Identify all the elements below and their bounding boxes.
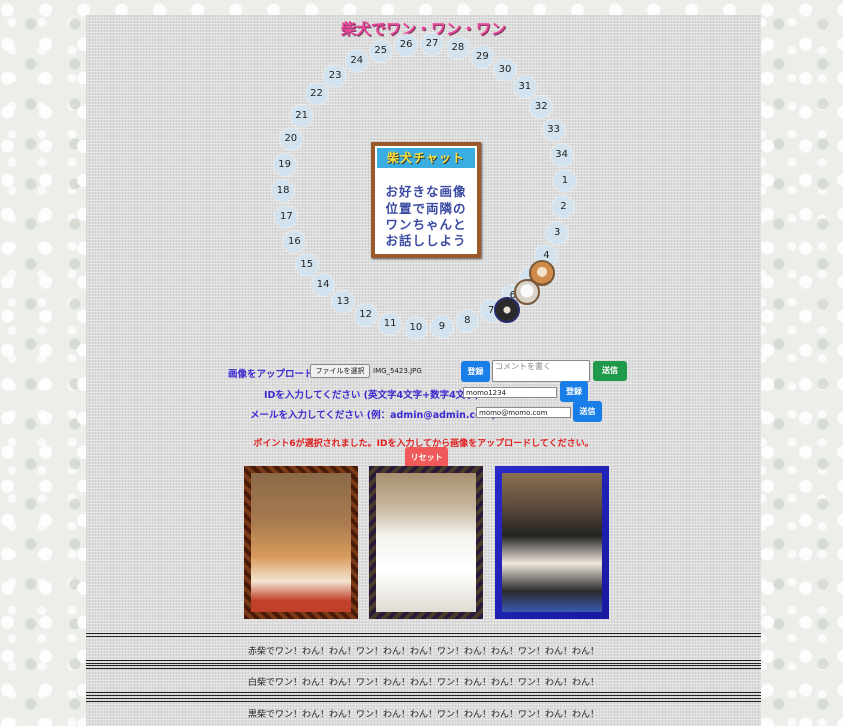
ring-dog-white-icon[interactable] bbox=[514, 279, 540, 305]
mail-send-button[interactable]: 送信 bbox=[573, 401, 602, 422]
point-26[interactable]: 26 bbox=[395, 34, 418, 57]
photo-white-shiba[interactable] bbox=[369, 466, 483, 619]
point-18[interactable]: 18 bbox=[272, 179, 295, 202]
comment-textarea[interactable]: コメントを書く bbox=[492, 360, 590, 382]
sign-header: 柴犬チャット bbox=[377, 148, 475, 168]
point-14[interactable]: 14 bbox=[312, 274, 335, 297]
point-9[interactable]: 9 bbox=[430, 315, 453, 338]
photo-red-shiba[interactable] bbox=[244, 466, 358, 619]
point-20[interactable]: 20 bbox=[279, 128, 302, 151]
divider bbox=[86, 692, 761, 696]
id-register-button[interactable]: 登録 bbox=[560, 381, 588, 402]
mail-input[interactable]: momo@momo.com bbox=[476, 407, 571, 418]
point-11[interactable]: 11 bbox=[379, 312, 402, 335]
sign-line: お話ししよう bbox=[385, 233, 467, 248]
woof-line-white: 白柴でワン！わん！わん！ワン！わん！わん！ワン！わん！わん！ワン！わん！わん！ bbox=[247, 678, 599, 688]
point-23[interactable]: 23 bbox=[324, 64, 347, 87]
comment-send-button[interactable]: 送信 bbox=[593, 361, 627, 381]
point-16[interactable]: 16 bbox=[283, 230, 306, 253]
point-28[interactable]: 28 bbox=[446, 37, 469, 60]
upload-label: 画像をアップロード bbox=[228, 369, 314, 380]
point-21[interactable]: 21 bbox=[290, 104, 313, 127]
point-2[interactable]: 2 bbox=[552, 196, 575, 219]
divider bbox=[86, 633, 761, 637]
point-32[interactable]: 32 bbox=[530, 96, 553, 119]
main-panel: 柴犬でワン・ワン・ワン 1234567891011121314151617181… bbox=[86, 15, 761, 726]
point-30[interactable]: 30 bbox=[493, 58, 516, 81]
point-33[interactable]: 33 bbox=[542, 119, 565, 142]
point-24[interactable]: 24 bbox=[345, 50, 368, 73]
chat-signboard: 柴犬チャット お好きな画像 位置で両隣の ワンちゃんと お話ししよう bbox=[371, 142, 481, 258]
file-choose-button[interactable]: ファイルを選択 bbox=[310, 364, 370, 378]
photo-black-shiba[interactable] bbox=[495, 466, 609, 619]
point-10[interactable]: 10 bbox=[404, 316, 427, 339]
point-19[interactable]: 19 bbox=[273, 153, 296, 176]
point-29[interactable]: 29 bbox=[471, 45, 494, 68]
woof-line-red: 赤柴でワン！わん！わん！ワン！わん！わん！ワン！わん！わん！ワン！わん！わん！ bbox=[247, 647, 599, 657]
point-25[interactable]: 25 bbox=[369, 39, 392, 62]
divider bbox=[86, 698, 761, 702]
point-17[interactable]: 17 bbox=[275, 205, 298, 228]
upload-register-button[interactable]: 登録 bbox=[461, 361, 490, 382]
point-15[interactable]: 15 bbox=[295, 253, 318, 276]
point-8[interactable]: 8 bbox=[456, 310, 479, 333]
point-22[interactable]: 22 bbox=[305, 83, 328, 106]
point-31[interactable]: 31 bbox=[513, 75, 536, 98]
point-1[interactable]: 1 bbox=[553, 170, 576, 193]
reset-button[interactable]: リセット bbox=[405, 447, 448, 468]
divider bbox=[86, 665, 761, 669]
point-13[interactable]: 13 bbox=[332, 291, 354, 314]
woof-line-black: 黒柴でワン！わん！わん！ワン！わん！わん！ワン！わん！わん！ワン！わん！わん！ bbox=[247, 710, 599, 720]
ring-dog-black-icon[interactable] bbox=[494, 297, 520, 323]
point-34[interactable]: 34 bbox=[550, 144, 573, 167]
file-name: IMG_5423.JPG bbox=[373, 367, 422, 375]
divider bbox=[86, 660, 761, 664]
id-label: IDを入力してください (英文字4文字+数字4文字) bbox=[264, 390, 480, 401]
mail-label: メールを入力してください (例：admin@admin.com): bbox=[250, 410, 500, 421]
id-input[interactable]: momo1234 bbox=[463, 387, 557, 398]
point-3[interactable]: 3 bbox=[546, 221, 569, 244]
point-27[interactable]: 27 bbox=[421, 33, 444, 56]
point-12[interactable]: 12 bbox=[354, 304, 377, 327]
